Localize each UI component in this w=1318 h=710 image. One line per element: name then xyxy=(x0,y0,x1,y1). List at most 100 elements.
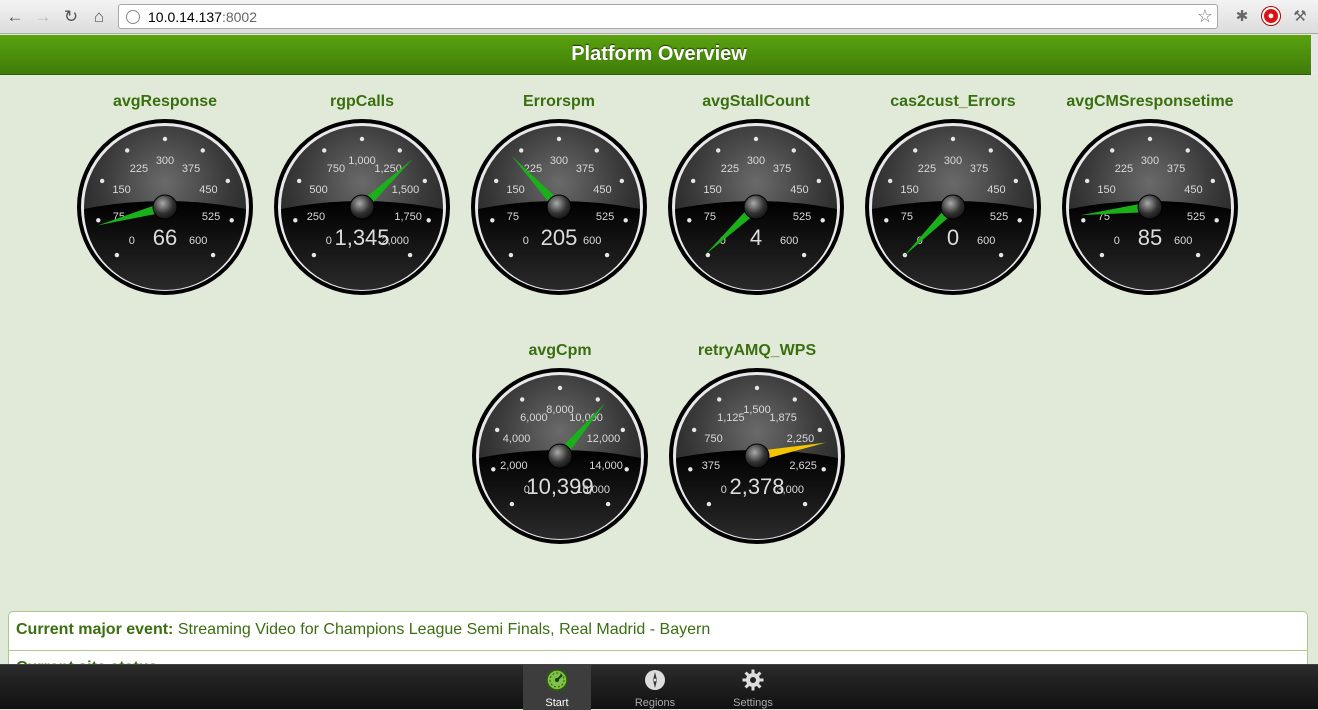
tick-label: 0 xyxy=(721,484,727,496)
tick-dot xyxy=(595,397,600,402)
bottom-tab-bar: Start Regions Settings xyxy=(0,664,1318,710)
address-bar[interactable]: 10.0.14.137:8002 ☆ xyxy=(118,4,1218,29)
tick-label: 75 xyxy=(704,211,716,223)
tick-label: 1,125 xyxy=(717,412,745,424)
tick-dot xyxy=(426,218,431,223)
tick-dot xyxy=(359,136,365,142)
gauge-value: 1,345 xyxy=(334,225,389,250)
browser-toolbar: ← → ↻ ⌂ 10.0.14.137:8002 ☆ ✱ ● ⚒ xyxy=(0,0,1318,34)
gauge-dial: 07515022530037545052560085 xyxy=(1062,119,1238,295)
gauge-avgResponse: avgResponse 0 75 150 225 300 375 450 525… xyxy=(75,93,255,303)
tick-dot xyxy=(605,501,611,507)
wrench-icon[interactable]: ⚒ xyxy=(1290,6,1310,26)
gauge-dial: 0751502253003754505256004 xyxy=(668,119,844,295)
tick-dot xyxy=(620,427,626,433)
tick-dot xyxy=(821,467,826,472)
tick-label: 225 xyxy=(918,163,936,175)
tick-label: 250 xyxy=(307,211,325,223)
adblock-icon[interactable]: ● xyxy=(1262,7,1280,25)
gauge-value: 2,378 xyxy=(729,474,784,499)
tick-dot xyxy=(717,397,722,402)
tick-label: 375 xyxy=(1167,163,1185,175)
tick-label: 450 xyxy=(199,184,217,196)
tick-label: 375 xyxy=(702,460,720,472)
tick-dot xyxy=(229,218,234,223)
gauge-hub xyxy=(743,194,769,220)
gauge-retryAMQ_WPS: retryAMQ_WPS 0 375 750 1,125 1,500 1,875… xyxy=(667,342,847,552)
tick-label: 225 xyxy=(130,163,148,175)
tab-settings[interactable]: Settings xyxy=(719,665,787,710)
speedometer-icon xyxy=(546,669,568,691)
tick-label: 300 xyxy=(550,155,568,167)
tick-dot xyxy=(1195,252,1201,258)
tick-dot xyxy=(1185,148,1190,153)
tab-start[interactable]: Start xyxy=(523,665,591,710)
info-panel: Current major event: Streaming Video for… xyxy=(8,611,1308,671)
tick-dot xyxy=(225,178,231,184)
tick-dot xyxy=(1099,252,1105,258)
tick-dot xyxy=(556,136,562,142)
gauge-hub xyxy=(547,443,573,469)
tick-label: 525 xyxy=(1187,211,1205,223)
url-port: :8002 xyxy=(221,8,258,25)
tick-dot xyxy=(311,252,317,258)
tick-dot xyxy=(604,252,610,258)
tick-label: 150 xyxy=(900,184,918,196)
tick-label: 2,250 xyxy=(787,433,815,445)
tick-dot xyxy=(913,148,918,153)
forward-arrow-icon[interactable]: → xyxy=(30,4,56,30)
tab-label: Settings xyxy=(733,697,773,709)
event-text: Streaming Video for Champions League Sem… xyxy=(177,621,711,638)
scrollbar-track[interactable] xyxy=(1311,35,1318,75)
gauge-value: 66 xyxy=(153,225,177,250)
tick-dot xyxy=(397,148,402,153)
tick-label: 375 xyxy=(576,163,594,175)
tick-label: 1,875 xyxy=(769,412,797,424)
tick-dot xyxy=(753,136,759,142)
tick-label: 10,000 xyxy=(569,412,603,424)
gauge-value: 85 xyxy=(1138,225,1162,250)
tick-dot xyxy=(802,501,808,507)
tick-label: 525 xyxy=(596,211,614,223)
back-arrow-icon[interactable]: ← xyxy=(2,4,28,30)
gauge-rgpCalls: rgpCalls 0 250 500 750 1,000 1,250 1,500… xyxy=(272,93,452,303)
gear-icon xyxy=(742,669,764,691)
bookmark-star-icon[interactable]: ☆ xyxy=(1197,6,1213,27)
tick-dot xyxy=(690,178,696,184)
tick-dot xyxy=(691,427,697,433)
gauge-hub xyxy=(1137,194,1163,220)
tick-dot xyxy=(624,467,629,472)
gauge-title: retryAMQ_WPS xyxy=(697,342,817,359)
tick-dot xyxy=(754,385,760,391)
tick-label: 525 xyxy=(202,211,220,223)
tick-label: 750 xyxy=(327,163,345,175)
tick-label: 600 xyxy=(189,235,207,247)
gauge-value: 4 xyxy=(750,225,762,250)
tick-dot xyxy=(792,397,797,402)
tick-label: 375 xyxy=(970,163,988,175)
tick-label: 0 xyxy=(523,235,529,247)
gauge-hub xyxy=(546,194,572,220)
home-icon[interactable]: ⌂ xyxy=(86,4,112,30)
tick-dot xyxy=(493,178,499,184)
gauge-dial: 0751502253003754505256000 xyxy=(865,119,1041,295)
tick-dot xyxy=(125,148,130,153)
extension-bug-icon[interactable]: ✱ xyxy=(1232,6,1252,26)
tick-label: 150 xyxy=(506,184,524,196)
tick-label: 1,000 xyxy=(348,155,376,167)
page-title: Platform Overview xyxy=(0,35,1318,75)
reload-icon[interactable]: ↻ xyxy=(58,4,84,30)
gauge-title: avgCMSresponsetime xyxy=(1066,93,1234,110)
tick-dot xyxy=(1084,178,1090,184)
tick-label: 300 xyxy=(944,155,962,167)
tick-dot xyxy=(557,385,563,391)
tab-regions[interactable]: Regions xyxy=(621,665,689,710)
tick-dot xyxy=(1214,218,1219,223)
tick-label: 0 xyxy=(129,235,135,247)
tick-label: 75 xyxy=(507,211,519,223)
tick-dot xyxy=(322,148,327,153)
tick-dot xyxy=(296,178,302,184)
gauge-Errorspm: Errorspm 0 75 150 225 300 375 450 525 60… xyxy=(469,93,649,303)
tick-label: 525 xyxy=(990,211,1008,223)
tick-label: 600 xyxy=(780,235,798,247)
